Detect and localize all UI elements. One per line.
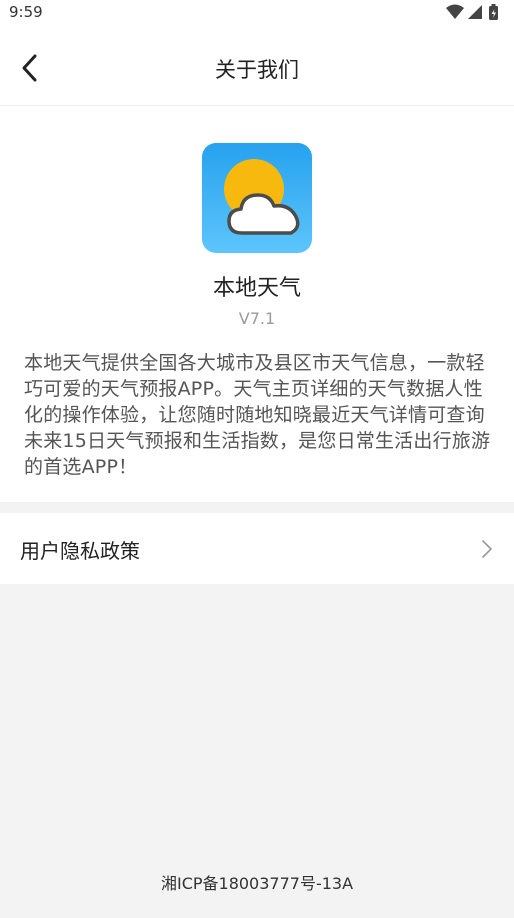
privacy-policy-label: 用户隐私政策 (20, 539, 140, 563)
privacy-policy-row[interactable]: 用户隐私政策 (0, 513, 514, 584)
app-name: 本地天气 (212, 276, 301, 301)
status-icons (446, 4, 502, 22)
page-title: 关于我们 (215, 58, 299, 82)
status-time: 9:59 (9, 3, 43, 21)
battery-icon (489, 4, 498, 20)
signal-icon (468, 5, 482, 19)
header: 关于我们 (0, 26, 514, 106)
app-icon (202, 143, 312, 253)
chevron-right-icon (482, 540, 492, 558)
about-card: 本地天气 V7.1 本地天气提供全国各大城市及县区市天气信息，一款轻巧可爱的天气… (0, 106, 514, 502)
icp-license-text: 湘ICP备18003777号-13A (160, 874, 354, 893)
app-version: V7.1 (238, 309, 276, 328)
wifi-icon (446, 4, 464, 19)
status-bar: 9:59 (0, 0, 514, 26)
sun-cloud-weather-icon (202, 143, 312, 253)
app-description: 本地天气提供全国各大城市及县区市天气信息，一款轻巧可爱的天气预报APP。天气主页… (24, 352, 491, 478)
